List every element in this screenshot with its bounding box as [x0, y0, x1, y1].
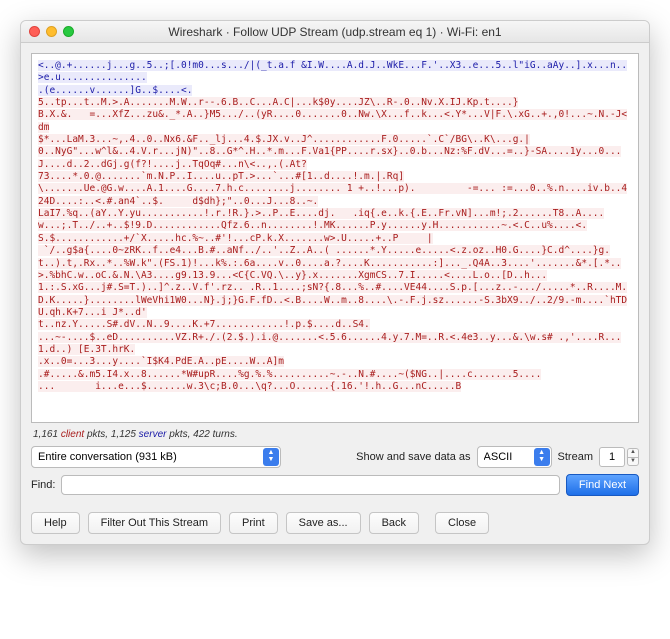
client-stream-segment: 5..tp...t..M.>.A.......M.W..r--.6.B..C..… [38, 97, 518, 108]
client-word: client [61, 429, 84, 440]
conversation-select[interactable]: Entire conversation (931 kB) [31, 446, 281, 468]
stream-label: Stream [558, 451, 593, 463]
zoom-window-icon[interactable] [63, 26, 74, 37]
minimize-window-icon[interactable] [46, 26, 57, 37]
stream-number-input[interactable] [599, 447, 625, 467]
packet-stats: 1,161 client pkts, 1,125 server pkts, 42… [33, 429, 637, 440]
content-area: <..@.+......j...g..5..;[.0!m0...s.../|(_… [21, 43, 649, 544]
titlebar: Wireshark · Follow UDP Stream (udp.strea… [21, 21, 649, 43]
find-input[interactable] [61, 475, 559, 495]
show-as-select[interactable]: ASCII [477, 446, 552, 468]
stepper-up-icon[interactable]: ▲ [627, 448, 639, 457]
back-button[interactable]: Back [369, 512, 419, 534]
show-as-label: Show and save data as [356, 451, 470, 463]
client-stream-segment: -=... :=...0..%.n....iv.b..424D....:..<.… [38, 183, 627, 392]
help-button[interactable]: Help [31, 512, 80, 534]
stream-number-stepper[interactable]: ▲ ▼ [599, 447, 639, 467]
client-pkt-count: 1,161 [33, 429, 58, 440]
server-stream-segment: <..@.+......j...g..5..;[.0!m0...s.../|(_… [38, 60, 627, 96]
find-label: Find: [31, 479, 55, 491]
save-as-button[interactable]: Save as... [286, 512, 361, 534]
client-stream-segment: B.X.&. =...XfZ...zu&._*.A..}M5.../..(yR.… [38, 109, 627, 194]
close-button[interactable]: Close [435, 512, 489, 534]
server-pkt-count: 1,125 [111, 429, 136, 440]
filter-out-button[interactable]: Filter Out This Stream [88, 512, 221, 534]
window-title: Wireshark · Follow UDP Stream (udp.strea… [29, 25, 641, 39]
filter-row: Entire conversation (931 kB) ▲▼ Show and… [31, 446, 639, 468]
print-button[interactable]: Print [229, 512, 278, 534]
server-word: server [139, 429, 167, 440]
find-next-button[interactable]: Find Next [566, 474, 639, 496]
stream-text-view[interactable]: <..@.+......j...g..5..;[.0!m0...s.../|(_… [31, 53, 639, 423]
stepper-down-icon[interactable]: ▼ [627, 457, 639, 466]
find-row: Find: Find Next [31, 474, 639, 496]
wireshark-follow-stream-window: Wireshark · Follow UDP Stream (udp.strea… [20, 20, 650, 545]
close-window-icon[interactable] [29, 26, 40, 37]
window-traffic-lights [29, 26, 74, 37]
bottom-button-row: Help Filter Out This Stream Print Save a… [31, 506, 639, 534]
